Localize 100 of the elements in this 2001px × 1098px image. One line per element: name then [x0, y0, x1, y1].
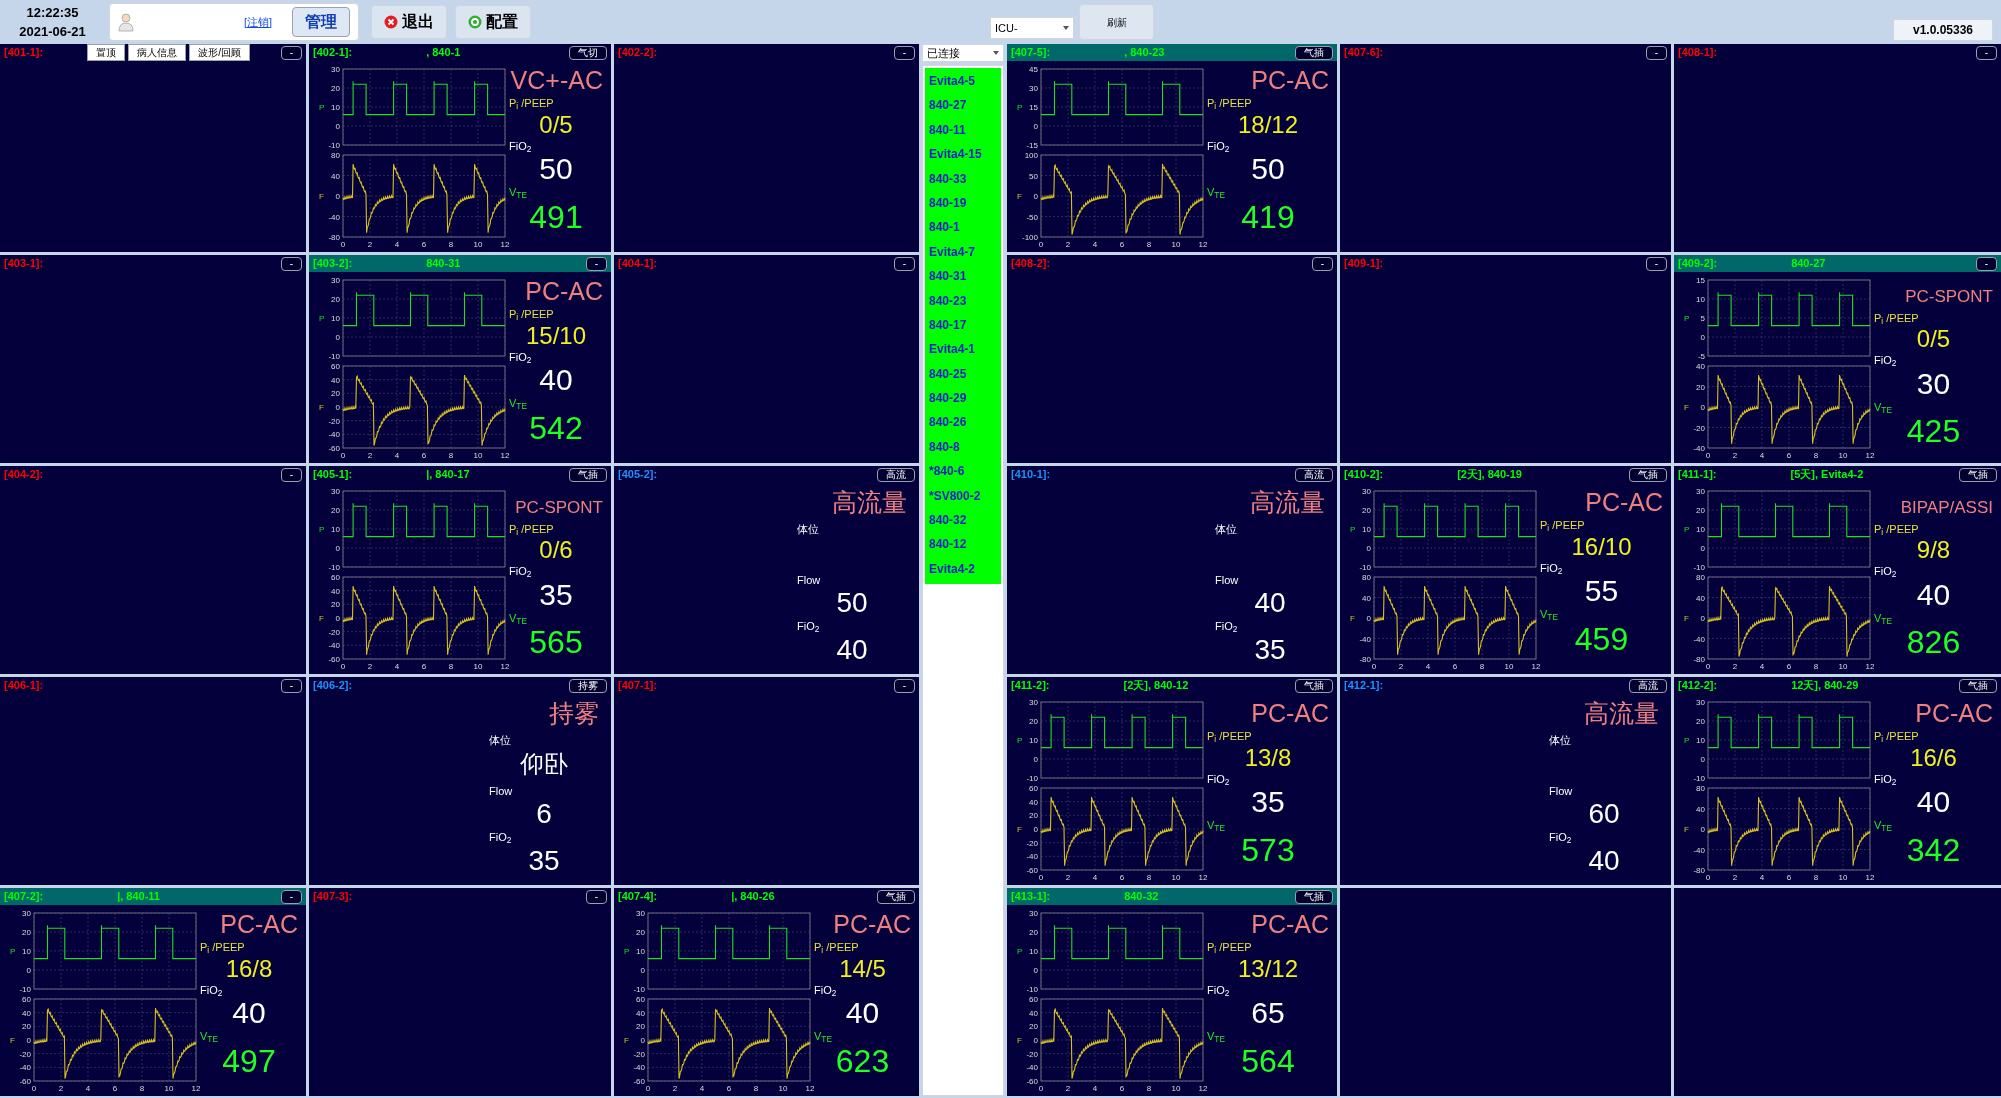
- vte-label: V$_{TE}$: [814, 1029, 833, 1045]
- device-list-item[interactable]: Evita4-5: [925, 72, 1001, 97]
- axis-tick-label: 10: [1171, 1084, 1181, 1093]
- axis-label: F: [1017, 192, 1022, 201]
- fio2-label: FiO$_{2}$: [1874, 564, 1898, 580]
- axis-tick-label: 40: [331, 171, 340, 181]
- vte-label: V$_{TE}$: [509, 610, 528, 626]
- tag-button[interactable]: -: [280, 256, 302, 271]
- refresh-button[interactable]: 刷新: [1079, 4, 1154, 40]
- axis-tick-label: -40: [328, 212, 340, 222]
- tag-button[interactable]: 持雾: [569, 678, 607, 693]
- device-list-item[interactable]: Evita4-15: [925, 145, 1001, 170]
- device-list-item[interactable]: 840-12: [925, 535, 1001, 560]
- axis-tick-label: 12: [500, 662, 509, 671]
- caret-icon: [993, 51, 999, 55]
- axis-tick-label: 0: [1038, 873, 1044, 882]
- flow-label: Flow: [489, 783, 513, 799]
- tag-button[interactable]: 气插: [877, 889, 915, 904]
- device-name: 12天], 840-29: [1791, 678, 1859, 694]
- device-list-item[interactable]: 840-23: [925, 291, 1001, 316]
- axis-label: P: [1684, 736, 1690, 745]
- device-list-item[interactable]: 840-25: [925, 364, 1001, 390]
- tag-button[interactable]: 气插: [569, 467, 607, 482]
- axis-tick-label: -60: [19, 1077, 31, 1086]
- axis-tick-label: 12: [1198, 1084, 1207, 1093]
- device-list-item[interactable]: 840-8: [925, 437, 1001, 463]
- device-list-item[interactable]: 840-11: [925, 120, 1001, 146]
- device-list-item[interactable]: 840-1: [925, 218, 1001, 243]
- axis-tick-label: 20: [331, 389, 340, 399]
- axis-tick-label: 40: [1362, 593, 1371, 603]
- header-button[interactable]: 置顶: [87, 44, 126, 61]
- device-list-item[interactable]: 840-32: [925, 511, 1001, 536]
- header-button[interactable]: 病人信息: [128, 44, 187, 61]
- axis-tick-label: -80: [1693, 866, 1705, 875]
- tag-button[interactable]: -: [1975, 45, 1997, 60]
- axis-tick-label: 30: [636, 909, 645, 918]
- tag-button[interactable]: -: [893, 256, 915, 271]
- axis-tick-label: 80: [1696, 573, 1705, 582]
- device-list-item[interactable]: *SV800-2: [925, 486, 1001, 512]
- config-button[interactable]: 配置: [455, 5, 531, 39]
- status-select[interactable]: 已连接: [922, 44, 1004, 62]
- tag-button[interactable]: -: [280, 889, 302, 904]
- device-list-item[interactable]: 840-17: [925, 315, 1001, 341]
- tag-button[interactable]: -: [1975, 256, 1997, 271]
- tag-button[interactable]: -: [1645, 45, 1667, 60]
- axis-tick-label: 10: [1838, 451, 1848, 460]
- bed-label: [407-5]:: [1011, 45, 1051, 61]
- tag-button[interactable]: -: [585, 256, 607, 271]
- axis-label: F: [1017, 825, 1022, 834]
- tag-button[interactable]: -: [280, 45, 302, 60]
- tag-button[interactable]: -: [893, 45, 915, 60]
- tag-button[interactable]: 高流: [1629, 678, 1667, 693]
- device-name: [2天], 840-19: [1457, 467, 1522, 483]
- device-list-item[interactable]: Evita4-7: [925, 242, 1001, 268]
- tag-button[interactable]: 气切: [569, 45, 607, 60]
- axis-label: P: [319, 525, 325, 534]
- device-list-item[interactable]: 840-26: [925, 413, 1001, 438]
- tag-button[interactable]: -: [585, 889, 607, 904]
- device-list-item[interactable]: 840-27: [925, 96, 1001, 121]
- axis-tick-label: -10: [1693, 563, 1705, 572]
- device-list-item[interactable]: Evita4-1: [925, 340, 1001, 365]
- fio2-label: FiO$_{2}$: [509, 138, 533, 154]
- device-name: , 840-23: [1124, 45, 1165, 61]
- device-list-item[interactable]: *840-6: [925, 462, 1001, 487]
- tag-button[interactable]: -: [893, 678, 915, 693]
- header-button[interactable]: 波形/回顾: [189, 44, 250, 61]
- tag-button[interactable]: 气插: [1295, 889, 1333, 904]
- axis-tick-label: 10: [1696, 525, 1705, 534]
- tag-button[interactable]: 气插: [1959, 678, 1997, 693]
- device-list-item[interactable]: Evita4-2: [925, 559, 1001, 585]
- logout-link[interactable]: [注销]: [243, 13, 272, 31]
- axis-tick-label: 30: [1029, 698, 1038, 707]
- fio2-value: 40: [1588, 845, 1620, 876]
- tag-button[interactable]: 气插: [1629, 467, 1667, 482]
- position-label: 体位: [1549, 733, 1571, 748]
- manage-button[interactable]: 管理: [292, 7, 350, 37]
- tag-button[interactable]: 高流: [1295, 467, 1333, 482]
- tag-button[interactable]: -: [1645, 256, 1667, 271]
- tag-button[interactable]: 气插: [1295, 45, 1333, 60]
- exit-button[interactable]: 退出: [371, 5, 447, 39]
- tag-button[interactable]: 气插: [1295, 678, 1333, 693]
- axis-tick-label: 4: [699, 1084, 705, 1093]
- tag-button[interactable]: -: [280, 467, 302, 482]
- unit-select[interactable]: ICU-: [990, 17, 1074, 39]
- device-list-item[interactable]: 840-31: [925, 267, 1001, 292]
- axis-tick-label: 10: [331, 525, 340, 534]
- fio2-label: FiO$_{2}$: [814, 982, 838, 998]
- tag-button[interactable]: -: [280, 678, 302, 693]
- device-list-item[interactable]: 840-29: [925, 389, 1001, 414]
- close-icon: [384, 15, 398, 29]
- fio2-value: 40: [232, 998, 266, 1028]
- tag-button[interactable]: 高流: [877, 467, 915, 482]
- device-list-item[interactable]: 840-19: [925, 193, 1001, 219]
- bed-label: [409-1]:: [1344, 256, 1384, 272]
- axis-tick-label: -40: [328, 641, 340, 651]
- axis-tick-label: 0: [340, 451, 346, 460]
- device-list-item[interactable]: 840-33: [925, 169, 1001, 194]
- tag-button[interactable]: 气插: [1959, 467, 1997, 482]
- tag-button[interactable]: -: [1311, 256, 1333, 271]
- axis-tick-label: 40: [636, 1008, 645, 1018]
